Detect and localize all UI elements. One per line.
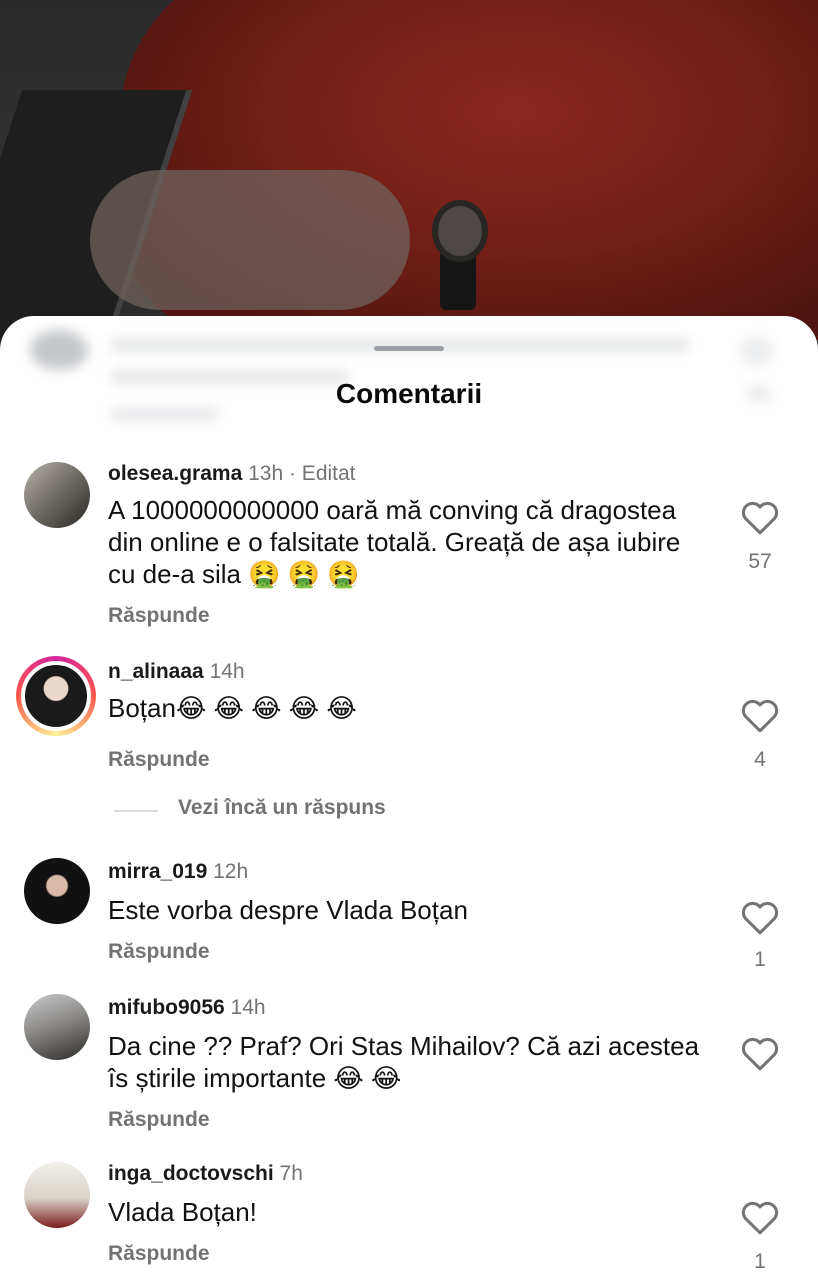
sheet-drag-handle[interactable] xyxy=(374,346,444,351)
comments-sheet: Comentarii olesea.grama 13h · Editat A 1… xyxy=(0,316,818,1280)
comment-text: Da cine ?? Praf? Ori Stas Mihailov? Că a… xyxy=(108,1031,700,1093)
heart-outline-icon[interactable] xyxy=(740,498,780,536)
comment-meta: inga_doctovschi 7h xyxy=(108,1162,303,1186)
comment-text: Boțan😂 😂 😂 😂 😂 xyxy=(108,693,357,723)
avatar[interactable] xyxy=(24,858,90,924)
heart-outline-icon[interactable] xyxy=(740,1198,780,1236)
avatar-story-ring[interactable] xyxy=(16,656,96,736)
avatar[interactable] xyxy=(24,994,90,1060)
avatar xyxy=(21,661,91,731)
comment-text: A 1000000000000 oară mă conving că drago… xyxy=(108,495,681,589)
like-count: 1 xyxy=(754,948,766,971)
comment-username[interactable]: mifubo9056 xyxy=(108,996,225,1019)
like-count: 4 xyxy=(754,748,766,771)
comment-text: Este vorba despre Vlada Boțan xyxy=(108,895,468,925)
comment-time: 13h xyxy=(248,462,284,485)
like-count: 1 xyxy=(754,1250,766,1273)
comment-meta: n_alinaaa 14h xyxy=(108,660,245,684)
comment-meta: mifubo9056 14h xyxy=(108,996,266,1020)
comment-edited-label: · Editat xyxy=(288,462,356,485)
comment-username[interactable]: n_alinaaa xyxy=(108,660,204,683)
comment-time: 14h xyxy=(230,996,266,1019)
avatar[interactable] xyxy=(24,462,90,528)
comment-text: Vlada Boțan! xyxy=(108,1197,257,1227)
reply-button[interactable]: Răspunde xyxy=(108,1108,210,1132)
view-more-replies[interactable]: Vezi încă un răspuns xyxy=(114,796,714,826)
comment-username[interactable]: olesea.grama xyxy=(108,462,242,485)
comment-time: 14h xyxy=(209,660,245,683)
heart-outline-icon[interactable] xyxy=(740,898,780,936)
comment-meta: mirra_019 12h xyxy=(108,860,248,884)
comment-username[interactable]: inga_doctovschi xyxy=(108,1162,274,1185)
heart-outline-icon[interactable] xyxy=(740,1034,780,1072)
sheet-title: Comentarii xyxy=(335,378,483,409)
comment-username[interactable]: mirra_019 xyxy=(108,860,207,883)
replies-divider xyxy=(114,810,158,812)
reply-button[interactable]: Răspunde xyxy=(108,1242,210,1266)
comment-time: 12h xyxy=(213,860,249,883)
view-more-replies-label[interactable]: Vezi încă un răspuns xyxy=(178,796,386,820)
comment-time: 7h xyxy=(279,1162,303,1185)
avatar[interactable] xyxy=(24,1162,90,1228)
blurred-previous-comment xyxy=(20,316,810,436)
like-count: 57 xyxy=(748,550,772,573)
reply-button[interactable]: Răspunde xyxy=(108,748,210,772)
comment-meta: olesea.grama 13h · Editat xyxy=(108,462,356,486)
reply-button[interactable]: Răspunde xyxy=(108,604,210,628)
reply-button[interactable]: Răspunde xyxy=(108,940,210,964)
heart-outline-icon[interactable] xyxy=(740,696,780,734)
